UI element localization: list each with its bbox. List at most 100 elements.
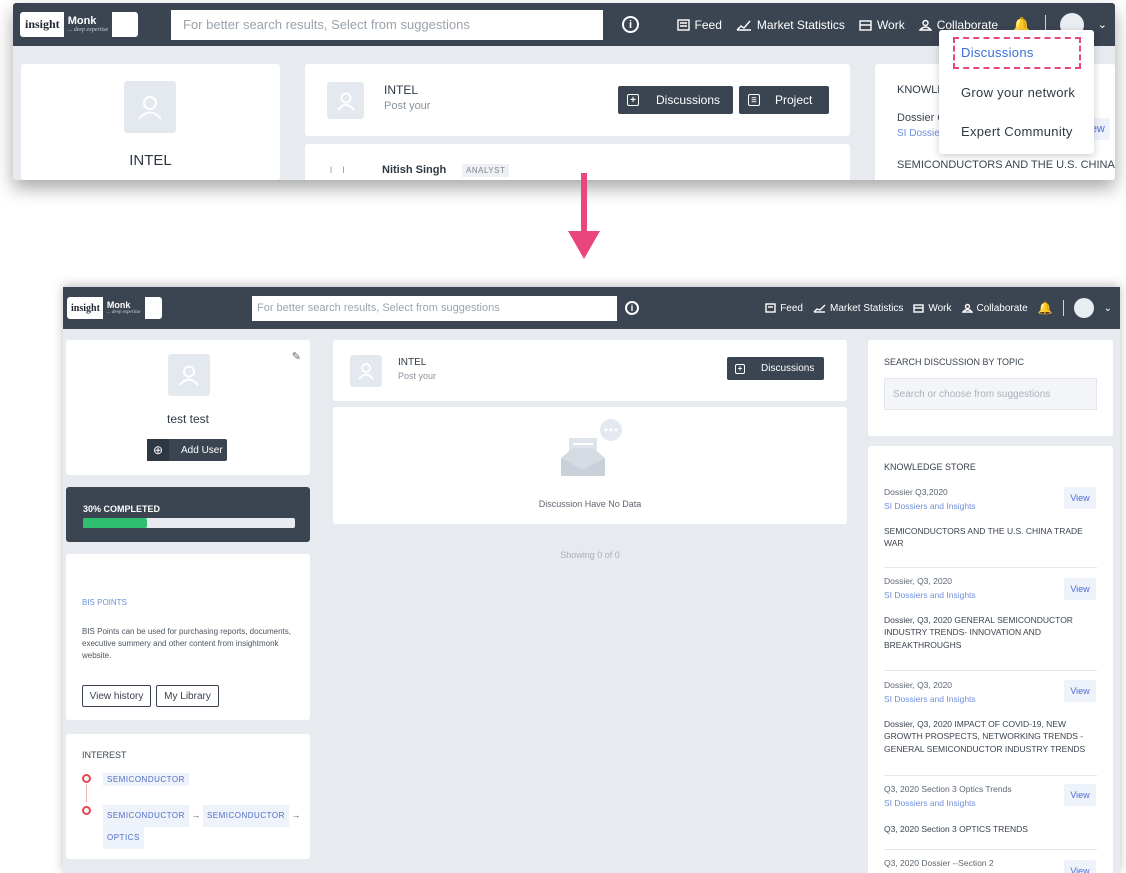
discussions-button[interactable]: + Discussions xyxy=(618,86,733,114)
user-icon xyxy=(358,363,374,380)
avatar[interactable] xyxy=(1073,298,1094,318)
menu-item-expert-community[interactable]: Expert Community xyxy=(961,124,1073,139)
discussions-empty-card: Discussion Have No Data xyxy=(333,407,847,524)
profile-photo-placeholder xyxy=(124,81,176,133)
user-icon xyxy=(138,96,162,120)
bis-points-card: BIS POINTS BIS Points can be used for pu… xyxy=(66,554,310,720)
bottom-navbar: insight Monk... deep expertise For bette… xyxy=(63,287,1120,329)
add-user-button[interactable]: ⊕ Add User xyxy=(147,439,227,461)
menu-item-discussions[interactable]: Discussions xyxy=(961,45,1034,60)
ks-view-button[interactable]: View xyxy=(1064,860,1096,873)
ks-view-button[interactable]: View xyxy=(1064,487,1096,509)
work-icon xyxy=(859,19,872,31)
ks-view-button[interactable]: View xyxy=(1064,578,1096,600)
user-name: Nitish Singh xyxy=(382,164,447,176)
chevron-down-icon[interactable]: ⌄ xyxy=(1104,303,1112,314)
logo-text: insight xyxy=(71,302,100,314)
search-topic-title: SEARCH DISCUSSION BY TOPIC xyxy=(884,357,1025,367)
profile-name: test test xyxy=(166,412,210,426)
nav-work[interactable]: Work xyxy=(913,303,952,314)
discussions-button[interactable]: + Discussions xyxy=(727,357,824,380)
info-icon[interactable]: i xyxy=(622,16,639,33)
profile-card: ✎ test test ⊕ Add User xyxy=(66,340,310,475)
divider xyxy=(884,567,1097,568)
showing-count: Showing 0 of 0 xyxy=(560,550,620,560)
post-title: INTEL xyxy=(384,83,419,97)
empty-inbox-icon xyxy=(561,419,622,476)
nav-feed[interactable]: Feed xyxy=(765,303,803,314)
interest-tag[interactable]: SEMICONDUCTOR xyxy=(103,805,189,827)
ks-item-subtitle: SI Dossiers and Insights xyxy=(884,501,976,511)
post-card: INTEL Post your + Discussions xyxy=(333,340,847,401)
divider xyxy=(1062,300,1064,316)
view-history-button[interactable]: View history xyxy=(82,685,151,707)
profile-completion-card: 30% COMPLETED xyxy=(66,487,310,542)
user-badge: ANALYST xyxy=(462,164,510,177)
user-icon xyxy=(336,92,355,111)
ks-item-title: Dossier, Q3, 2020 xyxy=(884,576,953,586)
interest-path: SEMICONDUCTOR → SEMICONDUCTOR → OPTICS xyxy=(103,805,303,849)
post-subtitle: Post your xyxy=(398,371,437,381)
post-subtitle: Post your xyxy=(384,100,431,112)
profile-name: INTEL xyxy=(129,152,172,169)
profile-photo-placeholder xyxy=(168,354,210,396)
ks-item-subtitle: SI Dossiers and Insights xyxy=(884,694,976,704)
logo-monk: Monk... deep expertise xyxy=(102,297,145,319)
progress-label: 30% COMPLETED xyxy=(83,504,161,514)
ks-item-title: Dossier, Q3, 2020 xyxy=(884,680,953,690)
logo-text: insight xyxy=(25,17,60,31)
divider xyxy=(884,670,1097,671)
search-input[interactable]: For better search results, Select from s… xyxy=(252,295,617,321)
chevron-down-icon[interactable]: ⌄ xyxy=(1098,18,1107,31)
ks-view-button[interactable]: View xyxy=(1064,680,1096,702)
post-avatar xyxy=(327,82,364,119)
top-screenshot: insight Monk... deep expertise For bette… xyxy=(13,3,1115,180)
ks-item-desc: SEMICONDUCTORS AND THE U.S. CHINA xyxy=(897,159,1115,171)
nav-collaborate[interactable]: Collaborate xyxy=(961,303,1028,314)
plus-circle-icon: ⊕ xyxy=(147,439,169,461)
nav-market-statistics[interactable]: Market Statistics xyxy=(813,303,903,314)
ks-view-button[interactable]: View xyxy=(1064,784,1096,806)
interest-tag[interactable]: SEMICONDUCTOR xyxy=(103,773,189,786)
interest-dot xyxy=(82,806,91,815)
logo[interactable]: insight Monk... deep expertise xyxy=(67,297,162,319)
post-card: INTEL Post your + Discussions ☰ Project xyxy=(305,64,850,136)
chart-icon xyxy=(736,20,751,31)
ks-item-desc: Dossier, Q3, 2020 IMPACT OF COVID-19, NE… xyxy=(884,719,1086,754)
interest-connector xyxy=(86,784,87,802)
bis-text: BIS Points can be used for purchasing re… xyxy=(82,627,292,660)
nav-feed[interactable]: Feed xyxy=(676,18,722,32)
topic-search-input[interactable]: Search or choose from suggestions xyxy=(884,378,1097,410)
divider xyxy=(884,849,1097,850)
profile-card: INTEL xyxy=(21,64,280,180)
collaborate-icon xyxy=(961,303,973,313)
work-icon xyxy=(913,304,925,313)
ks-item-subtitle: SI Dossiers and Insights xyxy=(884,798,976,808)
menu-item-grow-network[interactable]: Grow your network xyxy=(961,85,1075,100)
collaborate-dropdown: Discussions Grow your network Expert Com… xyxy=(939,30,1094,154)
info-icon[interactable]: i xyxy=(625,301,639,315)
no-data-text: Discussion Have No Data xyxy=(538,499,642,509)
project-button[interactable]: ☰ Project xyxy=(739,86,829,114)
logo-monk: Monk... deep expertise xyxy=(63,12,113,37)
chart-icon xyxy=(813,304,826,313)
interest-title: INTEREST xyxy=(82,750,127,760)
post-title: INTEL xyxy=(398,357,427,368)
ks-item-desc: Q3, 2020 Section 3 OPTICS TRENDS xyxy=(884,824,1028,834)
ks-item-subtitle: SI Dossiers and Insights xyxy=(884,590,976,600)
interest-card: INTEREST SEMICONDUCTOR SEMICONDUCTOR → S… xyxy=(66,734,310,859)
ks-item-title: Q3, 2020 Section 3 Optics Trends xyxy=(884,784,1012,794)
knowledge-store-card: KNOWLEDGE STORE Dossier Q3,2020 SI Dossi… xyxy=(868,446,1113,873)
my-library-button[interactable]: My Library xyxy=(156,685,219,707)
ks-title: KNOWLEDGE STORE xyxy=(884,462,976,472)
interest-tag[interactable]: SEMICONDUCTOR xyxy=(202,805,289,827)
interest-tag[interactable]: OPTICS xyxy=(103,827,144,849)
divider xyxy=(884,775,1097,776)
search-input[interactable]: For better search results, Select from s… xyxy=(171,9,603,40)
nav-market-statistics[interactable]: Market Statistics xyxy=(736,18,845,32)
edit-icon[interactable]: ✎ xyxy=(292,350,301,363)
search-topic-card: SEARCH DISCUSSION BY TOPIC Search or cho… xyxy=(868,340,1113,436)
nav-work[interactable]: Work xyxy=(859,18,905,32)
logo[interactable]: insight Monk... deep expertise xyxy=(20,12,138,37)
bell-icon[interactable]: 🔔 xyxy=(1038,301,1053,315)
